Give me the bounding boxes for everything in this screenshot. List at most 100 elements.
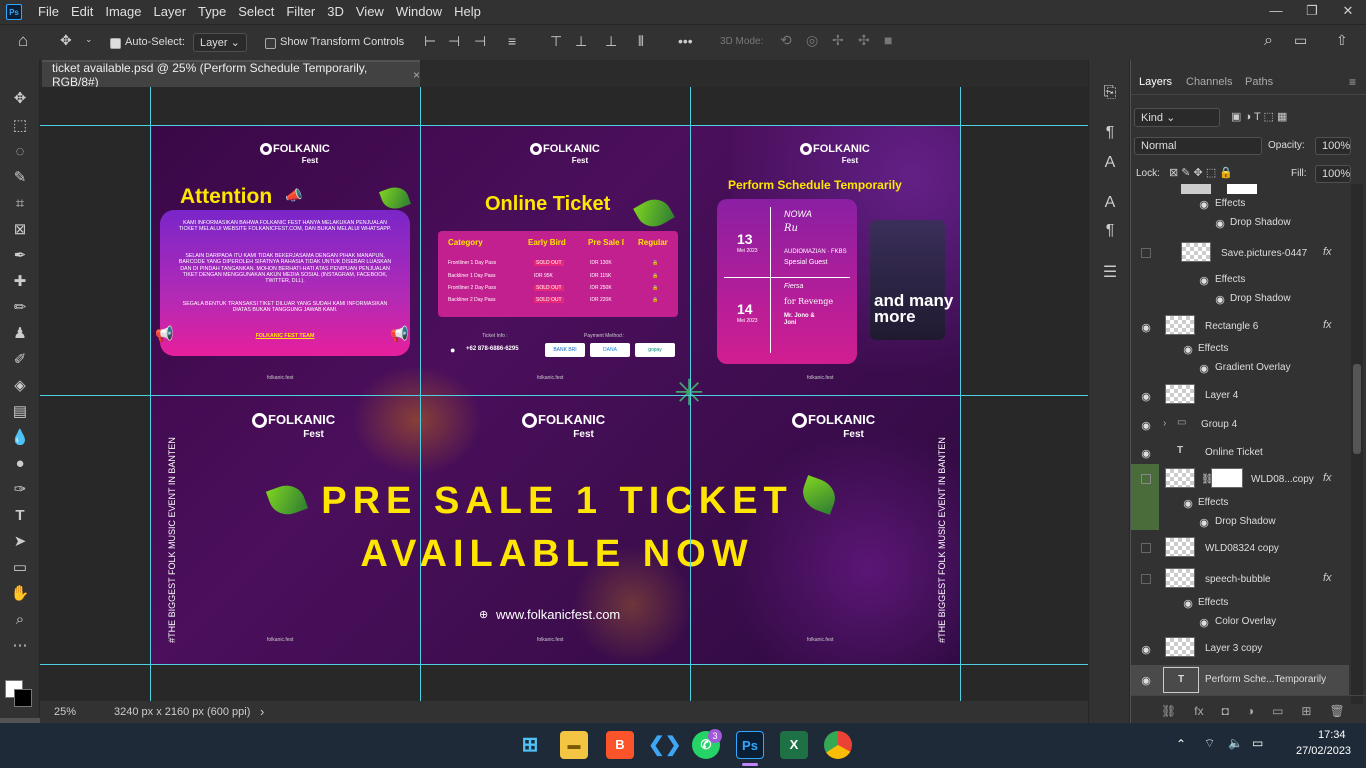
menu-filter[interactable]: Filter [280, 0, 321, 24]
visibility-box[interactable] [1141, 248, 1151, 258]
layer-row[interactable]: ⛓ WLD08...copy fx [1131, 468, 1349, 494]
fx-icon[interactable]: fx [1323, 246, 1332, 258]
opacity-input[interactable]: 100% [1315, 137, 1351, 155]
layer-row[interactable]: ◉ Layer 4 [1131, 384, 1349, 410]
tab-channels[interactable]: Channels [1186, 76, 1232, 88]
transform-controls-checkbox[interactable] [265, 36, 276, 50]
layer-row[interactable]: WLD08324 copy [1131, 537, 1349, 563]
visibility-box[interactable] [1141, 474, 1151, 484]
auto-select-dropdown[interactable]: Layer ⌄ [193, 33, 247, 52]
fx-add-icon[interactable]: fx [1194, 704, 1203, 723]
eye-icon[interactable]: ◉ [1197, 616, 1211, 629]
eye-icon[interactable]: ◉ [1213, 293, 1227, 306]
menu-edit[interactable]: Edit [65, 0, 99, 24]
filter-icons[interactable]: ▣ ◑ T ⬚ ▦ [1231, 110, 1287, 123]
eye-icon[interactable]: ◉ [1139, 321, 1153, 334]
eye-icon[interactable]: ◉ [1181, 343, 1195, 356]
canvas-area[interactable]: FOLKANIC Fest Attention 📣 KAMI INFORMASIK… [40, 87, 1088, 701]
marquee-tool-icon[interactable]: ⬚ [8, 115, 32, 137]
blur-tool-icon[interactable]: 💧 [8, 427, 32, 449]
guide-vertical[interactable] [150, 87, 151, 701]
layer-row[interactable]: ◉ Layer 3 copy [1131, 637, 1349, 663]
share-icon[interactable]: ⇧ [1336, 32, 1348, 49]
eye-icon[interactable]: ◉ [1139, 419, 1153, 432]
document-tab[interactable]: ticket available.psd @ 25% (Perform Sche… [42, 60, 420, 89]
distribute-icon[interactable]: ≡ [508, 33, 516, 49]
adjustments-icon[interactable]: ☰ [1100, 262, 1120, 282]
new-group-icon[interactable]: ▭ [1272, 704, 1283, 723]
link-layers-icon[interactable]: ⛓ [1161, 704, 1176, 723]
dodge-tool-icon[interactable]: ● [8, 453, 32, 475]
search-icon[interactable]: ⌕ [1264, 32, 1273, 50]
eye-icon[interactable]: ◉ [1197, 274, 1211, 287]
menu-file[interactable]: File [32, 0, 65, 24]
adjustment-layer-icon[interactable]: ◑ [1247, 704, 1254, 723]
guide-vertical[interactable] [960, 87, 961, 701]
type-tool-icon[interactable]: T [8, 505, 32, 527]
menu-image[interactable]: Image [99, 0, 147, 24]
3d-slide-icon[interactable]: ✣ [858, 32, 870, 49]
layer-row[interactable]: Save.pictures-0447 fx [1131, 242, 1349, 268]
zoom-level[interactable]: 25% [54, 706, 76, 718]
eye-icon[interactable]: ◉ [1181, 597, 1195, 610]
guide-vertical[interactable] [420, 87, 421, 701]
eye-icon[interactable]: ◉ [1139, 390, 1153, 403]
layer-row[interactable]: speech-bubble fx [1131, 568, 1349, 594]
visibility-box[interactable] [1141, 574, 1151, 584]
move-tool-icon[interactable]: ✥ [60, 32, 72, 49]
guide-horizontal[interactable] [40, 664, 1088, 665]
more-options-icon[interactable]: ••• [678, 33, 693, 49]
3d-roll-icon[interactable]: ◎ [806, 32, 818, 49]
clock-time[interactable]: 17:34 [1318, 729, 1346, 741]
clock-date[interactable]: 27/02/2023 [1296, 745, 1351, 757]
eye-icon[interactable]: ◉ [1139, 674, 1153, 687]
history-icon[interactable]: ⎘ [1100, 84, 1120, 104]
layer-row[interactable]: ◉ Rectangle 6 fx [1131, 315, 1349, 341]
eye-icon[interactable]: ◉ [1197, 362, 1211, 375]
home-icon[interactable]: ⌂ [18, 31, 28, 51]
zoom-tool-icon[interactable]: ⌕ [8, 609, 32, 631]
eye-icon[interactable]: ◉ [1181, 497, 1195, 510]
menu-select[interactable]: Select [232, 0, 280, 24]
history-brush-icon[interactable]: ✐ [8, 349, 32, 371]
minimize-icon[interactable]: — [1258, 0, 1294, 24]
paragraph-icon[interactable]: ¶ [1100, 222, 1120, 242]
frame-tool-icon[interactable]: ⊠ [8, 219, 32, 241]
healing-tool-icon[interactable]: ✚ [8, 271, 32, 293]
visibility-box[interactable] [1141, 543, 1151, 553]
3d-drag-icon[interactable]: ✢ [832, 32, 844, 49]
close-icon[interactable]: ✕ [1330, 0, 1366, 24]
hand-tool-icon[interactable]: ✋ [8, 583, 32, 605]
photoshop-taskbar-icon[interactable]: Ps [736, 731, 764, 759]
fx-icon[interactable]: fx [1323, 572, 1332, 584]
auto-select-checkbox[interactable] [110, 36, 121, 50]
eye-icon[interactable]: ◉ [1197, 198, 1211, 211]
scrollbar-thumb[interactable] [1353, 364, 1361, 454]
volume-icon[interactable]: 🔈 [1228, 736, 1243, 750]
layer-row[interactable]: ◉ T Online Ticket [1131, 442, 1349, 464]
align-top-icon[interactable]: ⊤ [550, 33, 562, 50]
layer-row-selected[interactable]: ◉ T Perform Sche...Temporarily [1131, 665, 1349, 695]
fx-icon[interactable]: fx [1323, 472, 1332, 484]
add-mask-icon[interactable]: ◘ [1222, 704, 1229, 723]
guide-vertical[interactable] [690, 87, 691, 701]
move-tool-icon[interactable]: ✥ [8, 88, 32, 110]
eyedropper-tool-icon[interactable]: ✒ [8, 245, 32, 267]
menu-type[interactable]: Type [192, 0, 232, 24]
align-bottom-icon[interactable]: ⊥ [605, 33, 617, 50]
eye-icon[interactable]: ◉ [1139, 643, 1153, 656]
quick-select-tool-icon[interactable]: ✎ [8, 167, 32, 189]
close-tab-icon[interactable]: × [413, 68, 420, 82]
align-center-icon[interactable]: ⊣ [448, 33, 460, 50]
character-styles-icon[interactable]: A [1100, 154, 1120, 174]
paragraph-styles-icon[interactable]: ¶ [1100, 124, 1120, 144]
tab-paths[interactable]: Paths [1245, 76, 1273, 88]
layers-scrollbar[interactable] [1351, 184, 1363, 704]
menu-help[interactable]: Help [448, 0, 487, 24]
brush-tool-icon[interactable]: ✏ [8, 297, 32, 319]
guide-horizontal[interactable] [40, 395, 1088, 396]
brave-browser-icon[interactable]: B [606, 731, 634, 759]
eraser-tool-icon[interactable]: ◈ [8, 375, 32, 397]
file-explorer-icon[interactable]: ▬ [560, 731, 588, 759]
chevron-down-icon[interactable]: ⌄ [85, 34, 93, 45]
